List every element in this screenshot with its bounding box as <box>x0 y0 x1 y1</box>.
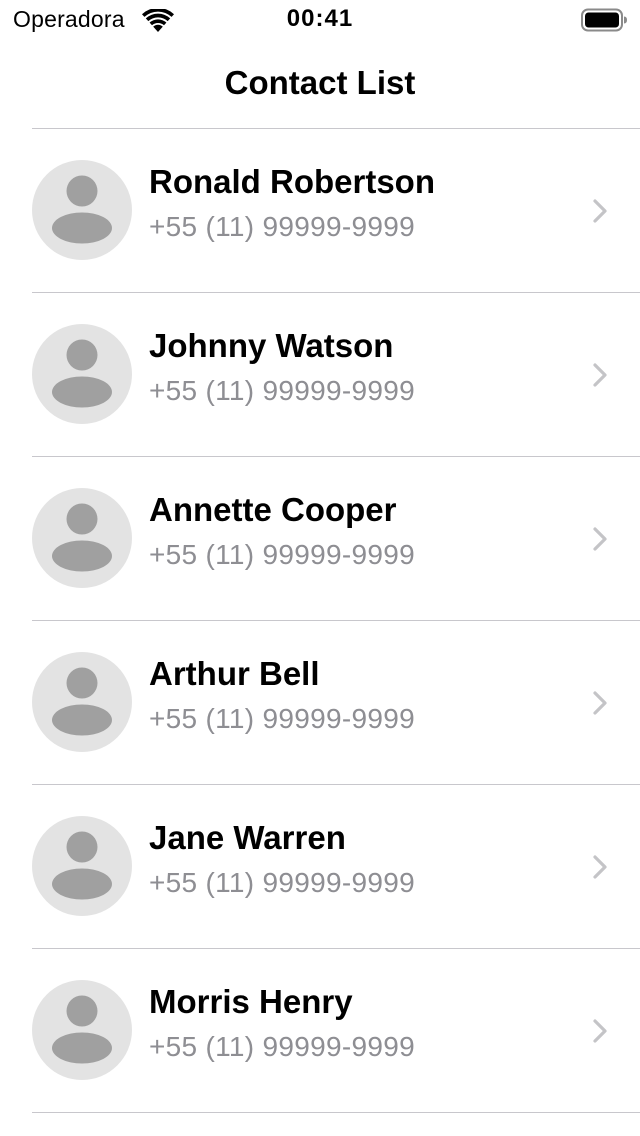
contact-list: Ronald Robertson +55 (11) 99999-9999 Joh… <box>0 128 640 1113</box>
navigation-bar: Contact List <box>0 44 640 128</box>
contact-phone: +55 (11) 99999-9999 <box>149 211 415 242</box>
contact-phone: +55 (11) 99999-9999 <box>149 867 415 898</box>
avatar-placeholder-icon <box>32 160 132 260</box>
contact-name: Morris Henry <box>149 983 353 1020</box>
avatar-placeholder-icon <box>32 980 132 1080</box>
status-bar: Operadora 00:41 <box>0 0 640 40</box>
avatar-placeholder-icon <box>32 488 132 588</box>
contact-phone: +55 (11) 99999-9999 <box>149 703 415 734</box>
avatar-placeholder-icon <box>32 324 132 424</box>
chevron-right-icon <box>593 199 607 223</box>
page-title: Contact List <box>224 64 416 101</box>
contact-row-6[interactable]: Morris Henry +55 (11) 99999-9999 <box>0 949 640 1112</box>
contact-row-2[interactable]: Johnny Watson +55 (11) 99999-9999 <box>0 293 640 456</box>
contact-name: Ronald Robertson <box>149 163 435 200</box>
chevron-right-icon <box>593 691 607 715</box>
list-separator <box>32 1112 640 1113</box>
contact-row-5[interactable]: Jane Warren +55 (11) 99999-9999 <box>0 785 640 948</box>
chevron-right-icon <box>593 527 607 551</box>
contact-row-1[interactable]: Ronald Robertson +55 (11) 99999-9999 <box>0 129 640 292</box>
avatar-placeholder-icon <box>32 652 132 752</box>
status-time: 00:41 <box>286 5 354 32</box>
contact-phone: +55 (11) 99999-9999 <box>149 539 415 570</box>
contact-name: Arthur Bell <box>149 655 320 692</box>
contact-row-4[interactable]: Arthur Bell +55 (11) 99999-9999 <box>0 621 640 784</box>
contact-name: Johnny Watson <box>149 327 394 364</box>
contact-phone: +55 (11) 99999-9999 <box>149 1031 415 1062</box>
chevron-right-icon <box>593 363 607 387</box>
battery-icon <box>581 8 627 32</box>
contact-name: Jane Warren <box>149 819 346 856</box>
contact-phone: +55 (11) 99999-9999 <box>149 375 415 406</box>
avatar-placeholder-icon <box>32 816 132 916</box>
contact-name: Annette Cooper <box>149 491 397 528</box>
chevron-right-icon <box>593 855 607 879</box>
contact-row-3[interactable]: Annette Cooper +55 (11) 99999-9999 <box>0 457 640 620</box>
chevron-right-icon <box>593 1019 607 1043</box>
